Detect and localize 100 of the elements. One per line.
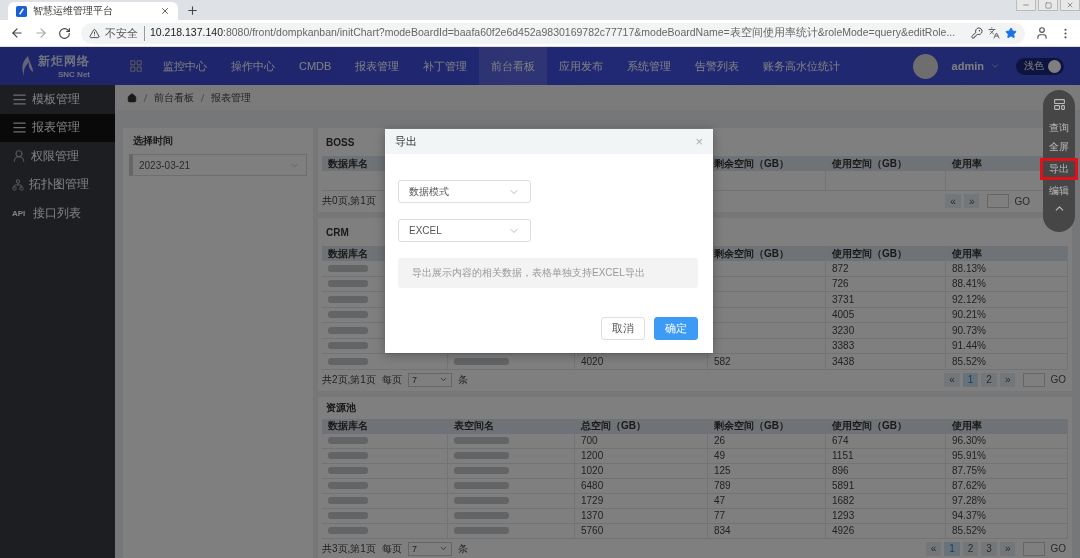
- chevron-down-icon: [438, 375, 448, 384]
- nav-item[interactable]: 监控中心: [151, 47, 219, 85]
- close-window-icon[interactable]: [1060, 0, 1080, 11]
- reload-icon[interactable]: [58, 26, 71, 40]
- table-cell: 1729: [575, 493, 708, 508]
- page-button[interactable]: 1: [944, 541, 960, 556]
- table-cell: 1151: [826, 448, 946, 463]
- page-input[interactable]: [987, 194, 1010, 208]
- card-title: BOSS: [326, 136, 355, 148]
- column-header: 数据库名: [322, 418, 448, 434]
- nav-item[interactable]: 补丁管理: [411, 47, 480, 85]
- column-header: 表空间名: [448, 418, 575, 434]
- nav-item[interactable]: 操作中心: [219, 47, 287, 85]
- next-page-button[interactable]: »: [999, 372, 1016, 387]
- nav-item[interactable]: 告警列表: [683, 47, 752, 85]
- table-cell: 88.41%: [946, 276, 1068, 291]
- logo-text: 新炬网络: [38, 53, 90, 70]
- table-cell: 87.75%: [946, 463, 1068, 478]
- prev-page-button[interactable]: «: [944, 372, 960, 387]
- table-cell: 1293: [826, 508, 946, 523]
- new-tab-icon[interactable]: [186, 4, 199, 17]
- page-button[interactable]: 2: [981, 372, 997, 387]
- next-page-button[interactable]: »: [999, 541, 1016, 556]
- confirm-button[interactable]: 确定: [654, 317, 698, 340]
- nav-item[interactable]: 报表管理: [343, 47, 412, 85]
- prev-page-button[interactable]: «: [945, 194, 961, 208]
- key-icon[interactable]: [971, 27, 983, 39]
- translate-icon[interactable]: [988, 27, 1000, 39]
- page-input[interactable]: [1023, 372, 1046, 387]
- next-page-button[interactable]: »: [963, 194, 980, 208]
- table-cell: 896: [826, 463, 946, 478]
- table-cell: 789: [708, 478, 826, 493]
- go-button[interactable]: GO: [1048, 543, 1068, 554]
- blurred-text: [328, 342, 368, 350]
- column-header: 总空间（GB）: [575, 418, 708, 434]
- blurred-text: [328, 280, 368, 288]
- page-size-select[interactable]: 7: [407, 541, 452, 556]
- table-cell: 88.13%: [946, 261, 1068, 276]
- page-button[interactable]: 3: [981, 541, 997, 556]
- nav-item[interactable]: CMDB: [287, 47, 344, 85]
- user-name[interactable]: admin: [951, 60, 984, 72]
- table-cell: 1200: [575, 448, 708, 463]
- breadcrumb-item[interactable]: 前台看板: [154, 90, 194, 105]
- network-icon: [12, 178, 24, 191]
- dropdown-select[interactable]: 数据模式: [398, 180, 531, 203]
- close-button[interactable]: ×: [695, 134, 703, 149]
- dropdown-select[interactable]: EXCEL: [398, 219, 531, 242]
- theme-toggle[interactable]: 浅色: [1016, 57, 1064, 75]
- toolbar-button[interactable]: 导出: [1040, 158, 1078, 180]
- sidebar-item[interactable]: API 接口列表: [0, 199, 115, 228]
- table-cell: 4005: [826, 307, 946, 322]
- page-input[interactable]: [1023, 541, 1046, 556]
- table-cell: 5891: [826, 478, 946, 493]
- blurred-text: [328, 512, 368, 519]
- nav-item[interactable]: 系统管理: [615, 47, 684, 85]
- breadcrumb-item[interactable]: 报表管理: [211, 90, 251, 105]
- card-title: 选择时间: [133, 134, 173, 148]
- toolbar-button[interactable]: 全屏: [1047, 139, 1071, 155]
- table-cell: 96.30%: [946, 433, 1068, 448]
- page-button[interactable]: 2: [962, 541, 979, 556]
- flame-logo-icon: [20, 55, 34, 77]
- layout-icon[interactable]: [1052, 98, 1066, 111]
- sidebar-item[interactable]: 模板管理: [0, 85, 115, 114]
- sidebar-item[interactable]: 拓扑图管理: [0, 170, 115, 199]
- nav-item[interactable]: 账务高水位统计: [751, 47, 853, 85]
- column-header: 使用空间（GB）: [826, 246, 946, 261]
- go-button[interactable]: GO: [1012, 195, 1032, 207]
- toolbar-button[interactable]: 编辑: [1047, 183, 1071, 199]
- forward-icon[interactable]: [34, 26, 48, 40]
- blurred-text: [454, 467, 509, 474]
- date-select[interactable]: 2023-03-21: [129, 154, 307, 176]
- blurred-text: [454, 357, 509, 365]
- page-button[interactable]: 1: [962, 372, 979, 387]
- prev-page-button[interactable]: «: [925, 541, 942, 556]
- table-cell: 3230: [826, 323, 946, 338]
- sidebar-item[interactable]: 权限管理: [0, 142, 115, 171]
- back-icon[interactable]: [10, 26, 24, 40]
- avatar[interactable]: [912, 53, 938, 79]
- profile-icon[interactable]: [1035, 26, 1049, 40]
- table-cell: 1020: [575, 463, 708, 478]
- address-field[interactable]: 不安全 10.218.137.140:8080/front/dompkanban/initChart?modeBoardId=baafa60f2e6d452a9830169782c77717&modeBoardName=表空间使用率统计&roleMode=query&editRole...: [81, 22, 1025, 44]
- cancel-button[interactable]: 取消: [601, 317, 645, 340]
- toolbar-button[interactable]: 查询: [1047, 120, 1071, 136]
- go-button[interactable]: GO: [1048, 374, 1068, 385]
- sidebar-item[interactable]: 报表管理: [0, 113, 115, 142]
- blurred-text: [454, 527, 509, 534]
- blurred-text: [328, 264, 368, 272]
- nav-item[interactable]: 应用发布: [547, 47, 616, 85]
- page-size-select[interactable]: 7: [407, 372, 452, 387]
- browser-tab[interactable]: 智慧运维管理平台: [8, 2, 178, 20]
- close-icon[interactable]: [160, 6, 170, 16]
- column-header: 使用率: [946, 418, 1068, 434]
- table-cell: 6480: [575, 478, 708, 493]
- blurred-text: [328, 311, 368, 319]
- star-icon[interactable]: [1005, 27, 1017, 39]
- page-summary: 共0页,第1页: [322, 194, 376, 208]
- page-size-unit: 条: [457, 372, 468, 387]
- table-cell: 834: [708, 523, 826, 538]
- table-cell: 91.44%: [946, 338, 1068, 353]
- home-icon[interactable]: [127, 92, 137, 103]
